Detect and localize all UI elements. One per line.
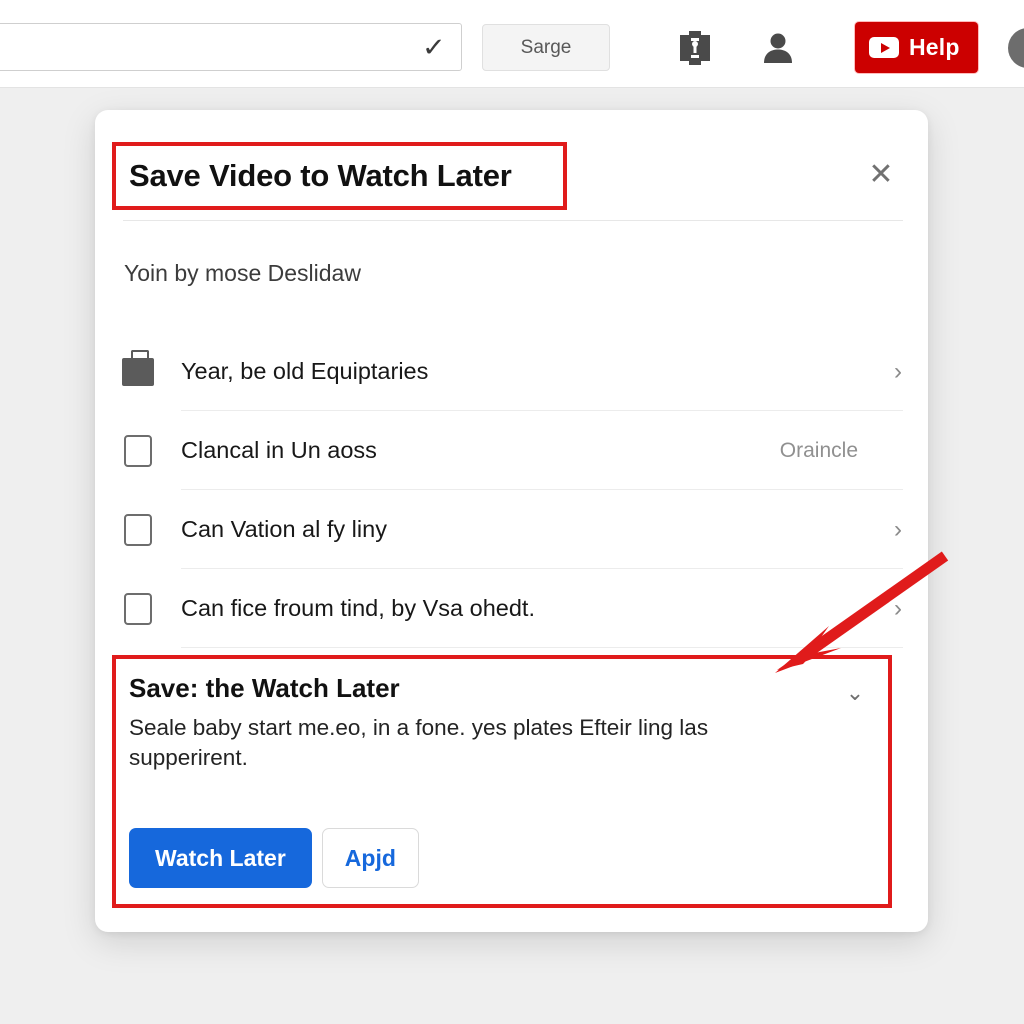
checkmark-icon[interactable]: ✓ [422,34,446,60]
list-item[interactable]: Can fice froum tind, by Vsa ohedt. › [95,569,928,648]
list-item-label: Can fice froum tind, by Vsa ohedt. [181,595,535,621]
apjd-button[interactable]: Apjd [321,828,419,888]
close-icon[interactable]: ✕ [859,153,903,197]
chevron-down-icon[interactable]: ⌄ [838,679,872,707]
kit-icon[interactable] [675,28,715,68]
save-video-dialog: Save Video to Watch Later ✕ Yoin by mose… [95,110,928,932]
youtube-play-icon [869,37,899,58]
checkbox-icon[interactable] [95,434,181,467]
dialog-title-highlight: Save Video to Watch Later [112,142,567,210]
search-input[interactable]: ✓ [0,23,462,71]
row-divider [181,647,903,648]
list-item-label: Clancal in Un aoss [181,437,377,463]
chevron-right-icon[interactable]: › [878,596,918,621]
page-title: Save Video to Watch Later [129,158,512,193]
save-panel: Save: the Watch Later ⌄ Seale baby start… [112,655,892,908]
title-divider [123,220,903,221]
chevron-right-icon[interactable]: › [878,359,918,384]
list-item-label: Can Vation al fy liny [181,516,387,542]
list-item[interactable]: Year, be old Equiptaries › [95,332,928,411]
list-item[interactable]: Clancal in Un aoss Oraincle [95,411,928,490]
chevron-right-icon[interactable]: › [878,517,918,542]
option-list: Year, be old Equiptaries › Clancal in Un… [95,332,928,648]
help-button[interactable]: Help [855,22,978,73]
action-row: Watch Later Apjd [129,828,419,888]
list-item-meta: Oraincle [779,438,858,462]
save-panel-description: Seale baby start me.eo, in a fone. yes p… [129,715,709,771]
sarge-button[interactable]: Sarge [482,24,610,71]
checkbox-icon[interactable] [95,592,181,625]
briefcase-icon [95,349,181,386]
help-button-label: Help [909,34,960,60]
dialog-subtitle: Yoin by mose Deslidaw [124,260,361,286]
watch-later-button[interactable]: Watch Later [129,828,312,888]
save-panel-heading: Save: the Watch Later [129,673,400,703]
checkbox-icon[interactable] [95,513,181,546]
top-header-bar: ✓ Sarge Help [0,0,1024,88]
list-item[interactable]: Can Vation al fy liny › [95,490,928,569]
person-icon[interactable] [757,27,799,69]
avatar-circle-icon[interactable] [1008,28,1024,68]
sarge-button-label: Sarge [520,36,572,58]
list-item-label: Year, be old Equiptaries [181,358,429,384]
